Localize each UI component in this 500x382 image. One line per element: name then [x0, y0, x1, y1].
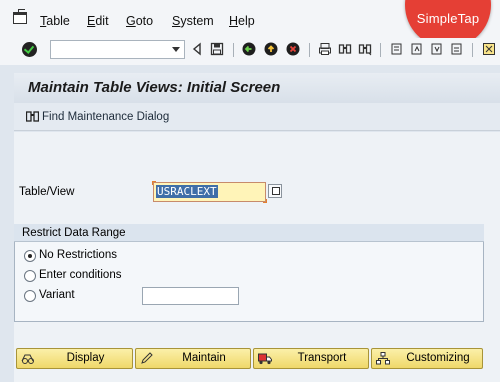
next-page-icon[interactable] — [430, 42, 444, 56]
display-button-label: Display — [66, 352, 105, 364]
table-view-value: USRACLEXT — [156, 185, 218, 198]
menu-goto[interactable]: Goto — [126, 14, 153, 28]
transport-button-label: Transport — [297, 352, 347, 364]
previous-page-icon[interactable] — [410, 42, 424, 56]
system-menu-icon[interactable] — [13, 9, 27, 24]
toolbar-separator — [380, 43, 381, 57]
radio-no-restrictions[interactable] — [24, 250, 36, 262]
back-triangle-icon[interactable] — [190, 42, 204, 56]
menu-goto-accel: G — [126, 14, 136, 28]
table-view-label: Table/View — [19, 186, 75, 198]
first-page-icon[interactable] — [390, 42, 404, 56]
menu-goto-rest: oto — [135, 14, 154, 28]
truck-icon — [258, 353, 272, 365]
radio-enter-conditions-label[interactable]: Enter conditions — [39, 269, 121, 281]
radio-variant[interactable] — [24, 290, 36, 302]
back-icon[interactable] — [242, 42, 256, 56]
display-button[interactable]: Display — [16, 348, 133, 369]
radio-enter-conditions[interactable] — [24, 270, 36, 282]
page-title: Maintain Table Views: Initial Screen — [28, 79, 281, 96]
customizing-button[interactable]: Customizing — [371, 348, 483, 369]
command-dropdown-icon[interactable] — [172, 47, 180, 52]
exit-icon[interactable] — [264, 42, 278, 56]
hierarchy-icon — [376, 352, 390, 365]
menu-help[interactable]: Help — [229, 14, 255, 28]
find-icon[interactable] — [338, 42, 352, 56]
toolbar-separator — [233, 43, 234, 57]
transport-button[interactable]: Transport — [253, 348, 369, 369]
last-page-icon[interactable] — [450, 42, 464, 56]
toolbar-separator — [472, 43, 473, 57]
menu-system[interactable]: System — [172, 14, 214, 28]
menu-system-rest: ystem — [180, 14, 214, 28]
radio-variant-label[interactable]: Variant — [39, 289, 75, 301]
print-icon[interactable] — [318, 42, 332, 56]
display-glasses-icon — [21, 354, 34, 364]
value-help-button[interactable] — [268, 184, 282, 198]
maintain-button[interactable]: Maintain — [135, 348, 251, 369]
enter-check-icon[interactable] — [22, 42, 37, 57]
radio-no-restrictions-label[interactable]: No Restrictions — [39, 249, 117, 261]
menu-help-accel: H — [229, 14, 239, 28]
pencil-icon — [141, 352, 153, 364]
table-view-input[interactable]: USRACLEXT — [152, 181, 267, 203]
find-next-icon[interactable] — [358, 42, 372, 56]
standard-toolbar — [0, 38, 500, 65]
variant-input[interactable] — [142, 287, 239, 305]
menu-table-rest: able — [46, 14, 70, 28]
simpletap-logo-text: SimpleTap — [416, 11, 480, 26]
maintain-button-label: Maintain — [182, 352, 226, 364]
command-field[interactable] — [50, 40, 185, 59]
menu-edit-rest: dit — [95, 14, 109, 28]
menu-help-rest: elp — [238, 14, 255, 28]
create-session-icon[interactable] — [482, 42, 496, 56]
restrict-data-range-title: Restrict Data Range — [22, 227, 126, 239]
cancel-icon[interactable] — [286, 42, 300, 56]
binoculars-icon — [26, 111, 39, 122]
find-maintenance-dialog-button[interactable]: Find Maintenance Dialog — [42, 111, 169, 123]
customizing-button-label: Customizing — [406, 352, 470, 364]
menu-edit[interactable]: Edit — [87, 14, 109, 28]
toolbar-separator — [309, 43, 310, 57]
save-icon[interactable] — [210, 42, 224, 56]
menu-table[interactable]: Table — [40, 14, 70, 28]
